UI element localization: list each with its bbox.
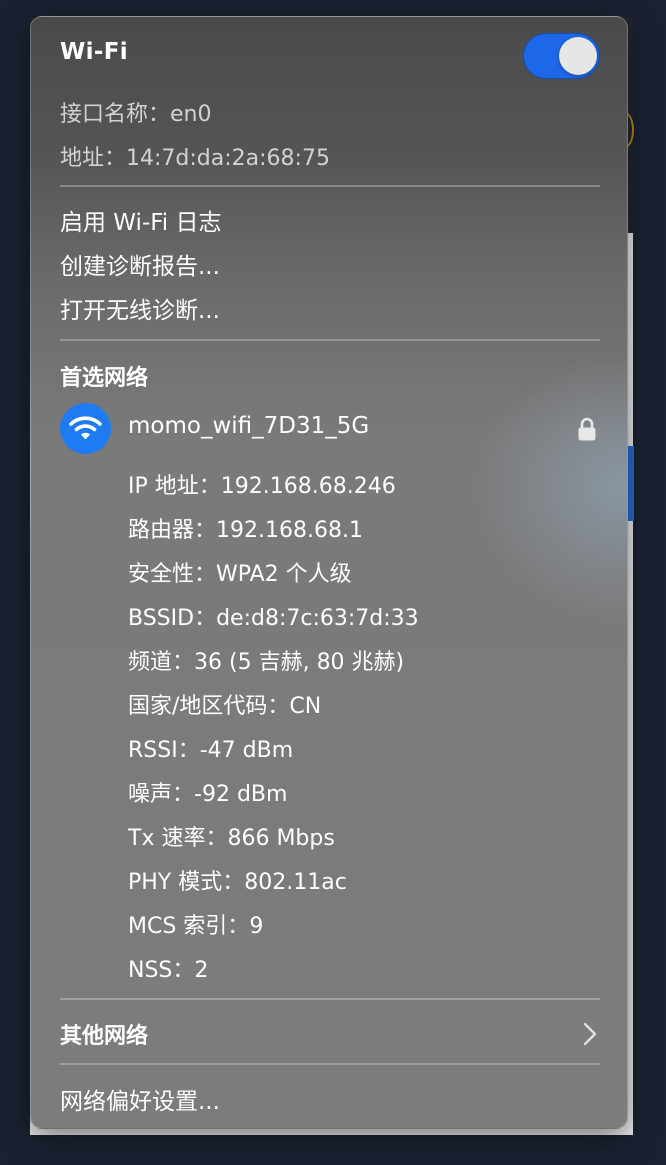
detail-label: NSS： [128,958,195,983]
interface-name-value: en0 [170,102,212,127]
detail-value: 36 (5 吉赫, 80 兆赫) [194,650,405,675]
open-wireless-diagnostics-item[interactable]: 打开无线诊断... [60,291,220,325]
detail-mcs-index: MCS 索引：9 [128,908,263,940]
detail-bssid: BSSID：de:d8:7c:63:7d:33 [128,600,419,632]
lock-icon [577,417,597,445]
detail-label: IP 地址： [128,474,221,499]
detail-label: Tx 速率： [128,826,228,851]
detail-router: 路由器：192.168.68.1 [128,512,363,544]
divider [60,339,600,341]
divider [60,185,600,187]
detail-rssi: RSSI：-47 dBm [128,732,293,764]
address-row: 地址：14:7d:da:2a:68:75 [60,140,330,172]
wifi-menu-panel: Wi-Fi 接口名称：en0 地址：14:7d:da:2a:68:75 启用 W… [30,16,628,1129]
detail-label: 路由器： [128,518,217,543]
chevron-right-icon[interactable] [582,1021,598,1051]
divider [60,1063,600,1065]
detail-value: 9 [249,914,264,939]
detail-value: -47 dBm [199,738,294,763]
detail-ip-address: IP 地址：192.168.68.246 [128,468,396,500]
wifi-title: Wi-Fi [60,39,128,65]
detail-channel: 频道：36 (5 吉赫, 80 兆赫) [128,644,404,676]
wifi-toggle[interactable] [523,33,600,79]
other-networks-item[interactable]: 其他网络 [60,1018,148,1050]
detail-label: 安全性： [128,562,217,587]
divider [60,998,600,1000]
detail-value: 192.168.68.246 [220,474,396,499]
detail-tx-rate: Tx 速率：866 Mbps [128,820,335,852]
detail-nss: NSS：2 [128,952,208,984]
detail-label: 国家/地区代码： [128,694,290,719]
address-value: 14:7d:da:2a:68:75 [126,146,330,171]
interface-name-row: 接口名称：en0 [60,96,212,128]
detail-label: RSSI： [128,738,200,763]
detail-value: WPA2 个人级 [216,562,352,587]
detail-label: MCS 索引： [128,914,250,939]
enable-wifi-logging-item[interactable]: 启用 Wi-Fi 日志 [60,203,222,237]
wifi-signal-glyph [69,416,102,440]
wifi-icon [60,403,111,454]
detail-value: 802.11ac [244,870,347,895]
detail-country-code: 国家/地区代码：CN [128,688,321,720]
create-diagnostics-report-item[interactable]: 创建诊断报告... [60,247,220,281]
detail-label: BSSID： [128,606,217,631]
detail-value: -92 dBm [194,782,288,807]
address-label: 地址： [60,146,127,171]
interface-name-label: 接口名称： [60,102,171,127]
detail-value: de:d8:7c:63:7d:33 [216,606,419,631]
detail-noise: 噪声：-92 dBm [128,776,287,808]
detail-label: 频道： [128,650,195,675]
detail-security: 安全性：WPA2 个人级 [128,556,352,588]
detail-value: 2 [194,958,209,983]
toggle-knob [559,37,597,75]
network-name[interactable]: momo_wifi_7D31_5G [128,413,369,439]
detail-label: 噪声： [128,782,195,807]
detail-value: CN [289,694,322,719]
network-preferences-item[interactable]: 网络偏好设置... [60,1082,220,1116]
preferred-network-heading: 首选网络 [60,366,149,391]
detail-value: 192.168.68.1 [216,518,363,543]
detail-value: 866 Mbps [227,826,335,851]
detail-label: PHY 模式： [128,870,245,895]
detail-phy-mode: PHY 模式：802.11ac [128,864,347,896]
